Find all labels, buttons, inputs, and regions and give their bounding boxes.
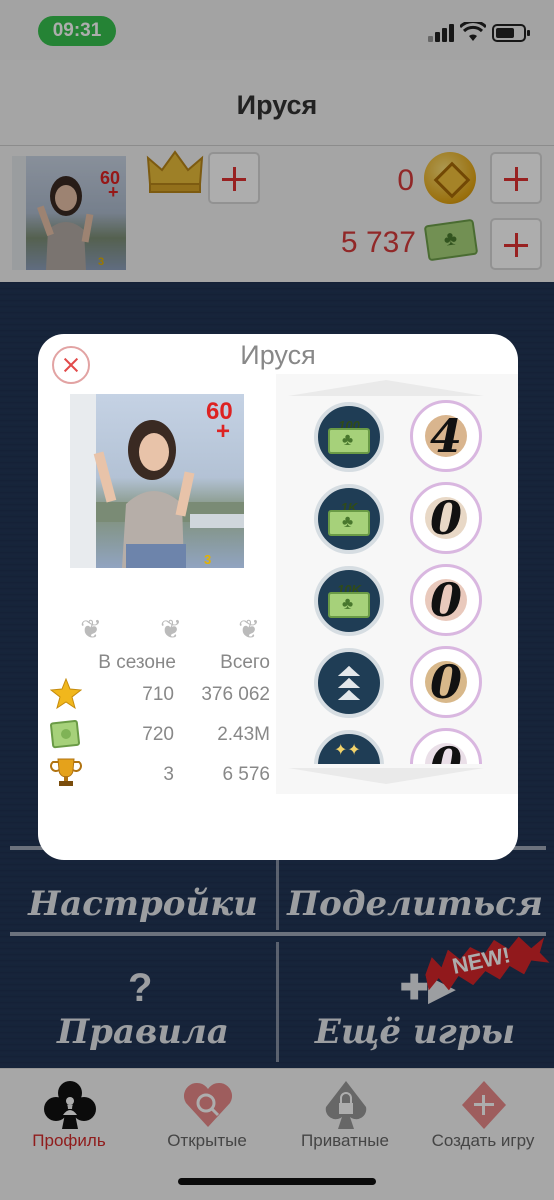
- scroll-down-arrow-icon[interactable]: [288, 768, 484, 784]
- star-icon: [50, 678, 82, 710]
- profile-modal: Ируся 60 + 3 ❦ ❦ ❦ В сезоне Всего 710 37…: [38, 334, 518, 860]
- chevrons-badge-icon: [314, 648, 384, 718]
- cash-icon: [328, 592, 370, 618]
- achievements-panel[interactable]: 100 4 1K 0 10K 0: [276, 374, 518, 794]
- achievement-badge: 100: [314, 402, 384, 472]
- bull-icon: 0: [410, 482, 482, 554]
- achievement-count: 0: [429, 491, 462, 545]
- stat-total: 6 576: [222, 764, 270, 785]
- modal-avatar-level-plus: +: [216, 418, 231, 445]
- achievement-row-partial: ✦✦ 0: [276, 724, 518, 764]
- cash-icon: [50, 720, 80, 749]
- achievement-badge: 10K: [314, 566, 384, 636]
- achievement-count: 0: [429, 573, 462, 627]
- stat-season: 710: [142, 684, 174, 705]
- laurel-icon: ❦: [80, 614, 102, 644]
- trophy-icon: [50, 758, 82, 786]
- bear-icon: 4: [410, 400, 482, 472]
- achievement-badge: 1K: [314, 484, 384, 554]
- achievement-count: 4: [429, 409, 462, 463]
- modal-avatar-badge: 3: [204, 552, 212, 567]
- bunny-icon: 0: [410, 728, 482, 764]
- stars-badge-icon: ✦✦: [314, 730, 384, 764]
- laurel-icon: ❦: [160, 614, 182, 644]
- cash-icon: [328, 428, 370, 454]
- lion-icon: 0: [410, 646, 482, 718]
- stat-season: 720: [142, 724, 174, 745]
- laurel-icon: ❦: [238, 614, 260, 644]
- season-column-header: В сезоне: [98, 652, 176, 673]
- stat-total: 2.43M: [217, 724, 270, 745]
- achievement-count: 0: [429, 655, 462, 709]
- gnome-icon: 0: [410, 564, 482, 636]
- achievement-count: 0: [429, 737, 462, 764]
- stat-total: 376 062: [201, 684, 270, 705]
- stat-season: 3: [163, 764, 174, 785]
- total-column-header: Всего: [220, 652, 270, 673]
- scroll-up-arrow-icon[interactable]: [288, 380, 484, 396]
- modal-avatar: 60 + 3: [70, 394, 244, 568]
- modal-title: Ируся: [240, 340, 316, 370]
- cash-icon: [328, 510, 370, 536]
